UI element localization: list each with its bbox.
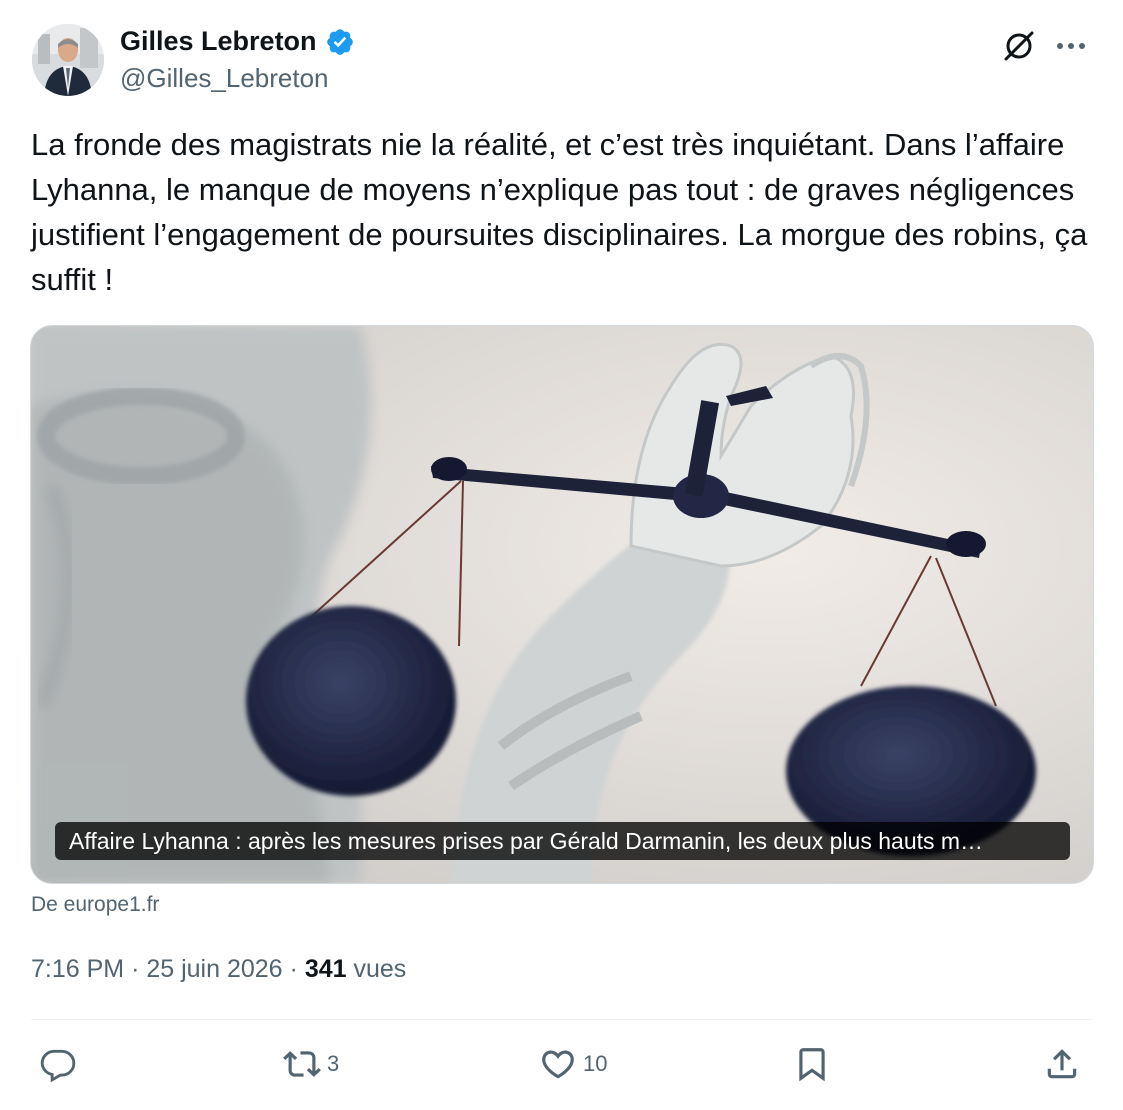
divider <box>31 1019 1092 1020</box>
tweet-header: Gilles Lebreton @Gilles_Lebreton <box>32 22 1091 102</box>
reply-icon <box>40 1049 76 1083</box>
author-handle[interactable]: @Gilles_Lebreton <box>120 63 355 94</box>
grok-icon <box>1004 31 1034 61</box>
tweet-meta: 7:16 PM · 25 juin 2026 · 341 vues <box>31 955 406 984</box>
heart-icon <box>542 1050 574 1079</box>
like-button[interactable]: 10 <box>539 1040 607 1088</box>
tweet-date[interactable]: 25 juin 2026 <box>146 955 282 983</box>
author-name[interactable]: Gilles Lebreton <box>120 26 317 57</box>
link-card[interactable]: Affaire Lyhanna : après les mesures pris… <box>30 325 1094 884</box>
verified-badge-icon[interactable] <box>325 27 355 57</box>
card-image <box>31 326 1093 883</box>
tweet-time[interactable]: 7:16 PM <box>31 955 124 983</box>
avatar[interactable] <box>32 24 104 96</box>
card-caption: Affaire Lyhanna : après les mesures pris… <box>55 822 1070 860</box>
meta-separator: · <box>131 955 140 983</box>
views-count[interactable]: 341 <box>305 955 347 983</box>
more-button[interactable] <box>1051 26 1091 66</box>
more-icon <box>1057 43 1085 49</box>
reply-button[interactable] <box>39 1040 83 1088</box>
tweet-text: La fronde des magistrats nie la réalité,… <box>31 127 1088 297</box>
retweet-count: 3 <box>327 1051 340 1076</box>
tweet-actions: 3 10 <box>31 1040 1092 1088</box>
author-name-row: Gilles Lebreton <box>120 26 355 57</box>
meta-separator: · <box>289 955 298 983</box>
share-button[interactable] <box>1043 1040 1081 1088</box>
like-count: 10 <box>583 1051 608 1076</box>
retweet-icon <box>283 1051 321 1077</box>
share-icon <box>1047 1049 1077 1079</box>
bookmark-button[interactable] <box>793 1040 831 1088</box>
bookmark-icon <box>799 1048 825 1082</box>
author-block: Gilles Lebreton @Gilles_Lebreton <box>120 26 355 94</box>
avatar-image <box>32 24 104 96</box>
retweet-button[interactable]: 3 <box>283 1040 339 1088</box>
card-source-link[interactable]: De europe1.fr <box>31 893 159 917</box>
views-label: vues <box>353 955 407 983</box>
grok-button[interactable] <box>999 26 1039 66</box>
